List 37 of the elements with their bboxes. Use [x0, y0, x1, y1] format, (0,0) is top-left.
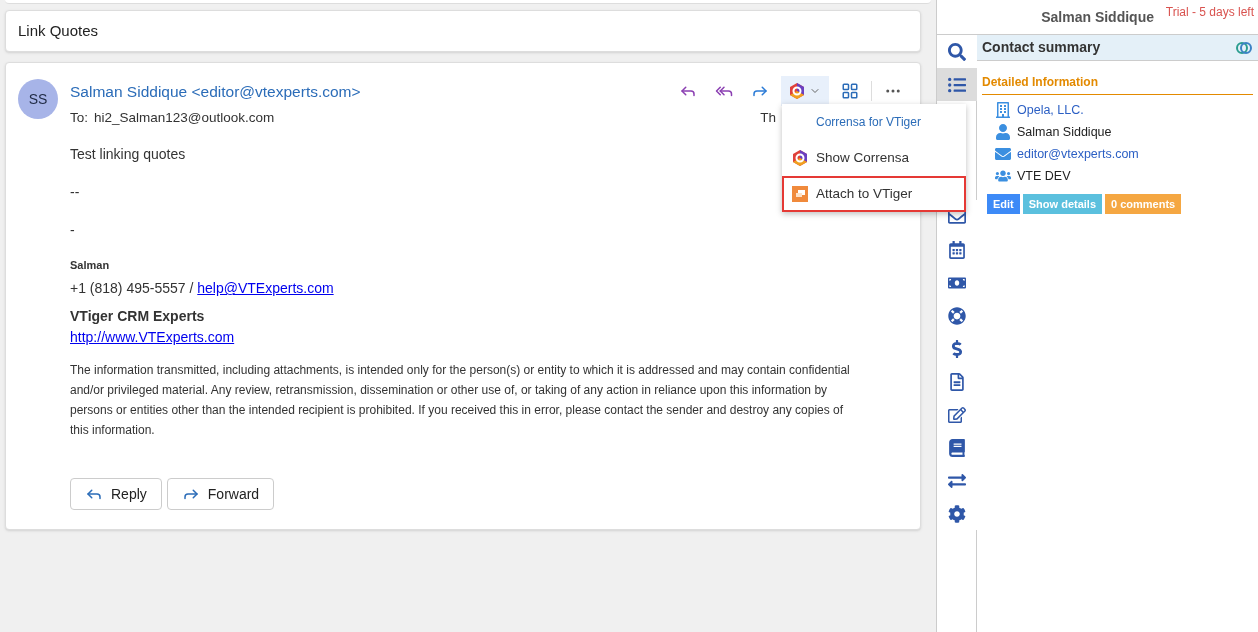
forward-button[interactable]: Forward — [166, 478, 275, 511]
body-text: -- — [70, 184, 80, 201]
logo-icon — [792, 150, 808, 166]
field-value: Salman Siddique — [1017, 123, 1112, 141]
avatar: SS — [18, 79, 58, 119]
menu-item[interactable]: Attach to VTiger — [782, 176, 966, 212]
website-link[interactable]: http://www.VTExperts.com — [70, 329, 235, 346]
sender-name[interactable]: Salman Siddique <editor@vtexperts.com> — [70, 80, 361, 104]
recipient-email: hi2_Salman123@outlook.com — [94, 109, 275, 127]
email-link[interactable]: help@VTExperts.com — [197, 280, 334, 297]
list-icon[interactable] — [936, 68, 977, 101]
user-icon — [995, 124, 1011, 140]
users-icon — [995, 168, 1011, 184]
body-text: - — [70, 222, 75, 239]
field-link[interactable]: editor@vtexperts.com — [1017, 144, 1139, 164]
company-name: VTiger CRM Experts — [70, 308, 205, 325]
phone-text: +1 (818) 495-5557 / — [70, 280, 195, 297]
panel-title: Contact summary — [982, 38, 1101, 57]
field-link[interactable]: Opela, LLC. — [1017, 100, 1084, 120]
menu-title: Corrensa for VTiger — [816, 114, 921, 131]
email-date: Th — [760, 109, 776, 127]
to-label: To: — [70, 109, 88, 127]
disclaimer-text: The information transmitted, including attachments, is intended only for the person(s) or entity to which it is addressed and may contain confidential and/or privileged material. Any review, retransmission, dissemination or other use of, or taking of any action in reliance upon this information by persons or entities other than the intended recipient is prohibited. If you received this in error, please contact the sender and destroy any copies of this information. — [70, 362, 851, 440]
envelope-icon — [995, 146, 1011, 162]
logo-icon — [789, 83, 805, 99]
field-value: VTE DEV — [1017, 167, 1071, 185]
menu-item[interactable]: Show Corrensa — [782, 140, 966, 176]
attach-icon — [792, 186, 808, 202]
addin-dropdown-button[interactable] — [781, 76, 829, 106]
section-heading: Detailed Information — [982, 75, 1098, 89]
body-text: Test linking quotes — [70, 146, 186, 163]
reply-button[interactable]: Reply — [70, 478, 162, 511]
building-icon — [995, 102, 1011, 118]
trial-notice: Trial - 5 days left — [1165, 4, 1254, 21]
signature-name: Salman — [70, 259, 110, 272]
contact-name-header: Salman Siddique — [1041, 8, 1154, 27]
section-title: Link Quotes — [18, 20, 99, 41]
